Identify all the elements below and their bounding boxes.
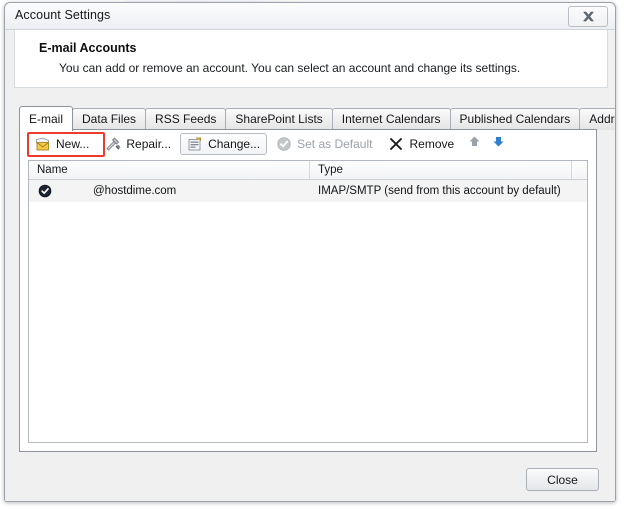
change-button-label: Change... (208, 136, 261, 151)
set-as-default-label: Set as Default (297, 136, 373, 151)
cell-type: IMAP/SMTP (send from this account by def… (318, 185, 561, 197)
page-description: You can add or remove an account. You ca… (59, 61, 521, 75)
accounts-list-header: Name Type (29, 161, 587, 180)
tab-internet-calendars[interactable]: Internet Calendars (331, 108, 451, 130)
tab-email[interactable]: E-mail (19, 106, 74, 131)
move-up-button (463, 133, 485, 155)
new-button[interactable]: New... (28, 133, 96, 155)
change-button[interactable]: Change... (180, 132, 268, 155)
column-header-name[interactable]: Name (29, 161, 310, 179)
accounts-toolbar: New... Repair... Change... Set as Defaul… (20, 130, 596, 157)
arrow-up-icon (468, 135, 481, 153)
set-as-default-button: Set as Default (269, 133, 379, 155)
remove-button[interactable]: Remove (381, 133, 461, 155)
close-x-icon (582, 11, 595, 22)
dialog-title: Account Settings (15, 8, 111, 22)
column-header-extra[interactable] (572, 161, 587, 179)
cell-name: @hostdime.com (29, 183, 310, 199)
dialog-header-band: E-mail Accounts You can add or remove an… (14, 30, 608, 88)
window-close-button[interactable] (568, 6, 608, 27)
email-tab-panel: New... Repair... Change... Set as Defaul… (19, 129, 597, 452)
remove-x-icon (388, 136, 404, 152)
accounts-list[interactable]: Name Type @hostdime.com IMAP/SMTP (send … (28, 160, 588, 443)
repair-button-label: Repair... (126, 136, 172, 151)
new-button-label: New... (56, 136, 90, 151)
remove-button-label: Remove (409, 136, 455, 151)
account-name-text: @hostdime.com (93, 185, 177, 197)
tab-sharepoint-lists[interactable]: SharePoint Lists (225, 108, 333, 130)
column-header-type[interactable]: Type (310, 161, 572, 179)
tab-strip: E-mail Data Files RSS Feeds SharePoint L… (19, 106, 615, 131)
tab-address-books[interactable]: Address Books (579, 108, 615, 130)
repair-button[interactable]: Repair... (98, 133, 178, 155)
account-settings-dialog: Account Settings E-mail Accounts You can… (4, 2, 616, 502)
check-circle-icon (276, 136, 292, 152)
repair-tools-icon (105, 136, 121, 152)
close-button[interactable]: Close (526, 468, 599, 491)
table-row[interactable]: @hostdime.com IMAP/SMTP (send from this … (29, 180, 587, 202)
tab-rss-feeds[interactable]: RSS Feeds (145, 108, 227, 130)
move-down-button[interactable] (487, 133, 509, 155)
change-settings-icon (187, 136, 203, 152)
tab-published-calendars[interactable]: Published Calendars (449, 108, 581, 130)
dialog-body: E-mail Data Files RSS Feeds SharePoint L… (5, 88, 615, 501)
tab-data-files[interactable]: Data Files (72, 108, 147, 130)
new-mail-icon (35, 136, 51, 152)
page-title: E-mail Accounts (39, 41, 137, 55)
dialog-titlebar[interactable]: Account Settings (5, 3, 615, 30)
arrow-down-icon (492, 135, 505, 153)
account-check-icon (37, 183, 53, 199)
dialog-footer: Close (5, 460, 615, 501)
